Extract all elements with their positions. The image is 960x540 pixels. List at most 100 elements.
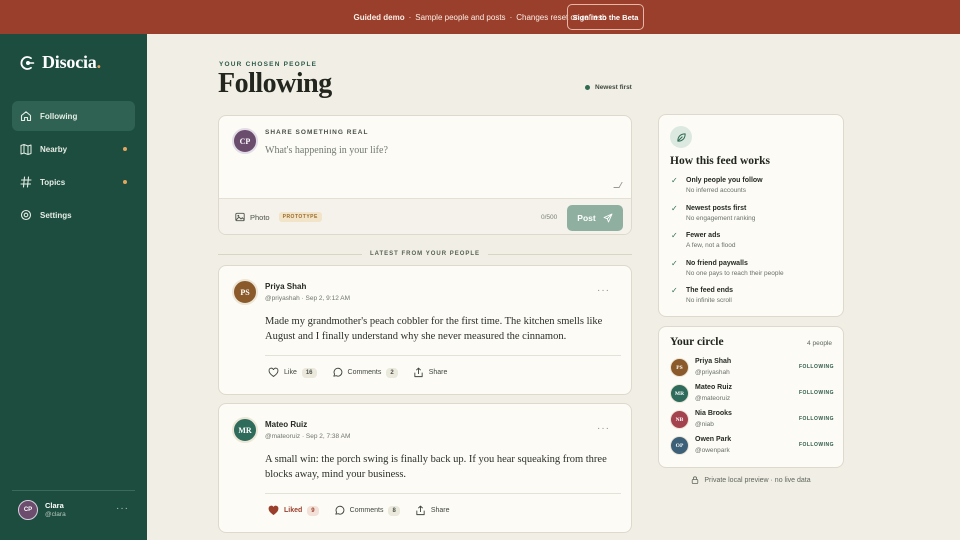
list-item[interactable]: PS Priya Shah @priyashah FOLLOWING [670, 355, 834, 377]
privacy-text: Private local preview · no live data [704, 476, 811, 484]
list-item: ✓ Only people you follow No inferred accou… [671, 176, 763, 194]
home-icon [20, 111, 32, 122]
post-label: Post [577, 213, 596, 223]
share-button[interactable]: Share [415, 505, 450, 516]
notification-dot [123, 180, 127, 184]
avatar[interactable]: PS [232, 279, 258, 305]
sidebar-item-nearby[interactable]: Nearby [12, 134, 135, 164]
person-name: Priya Shah [695, 358, 732, 365]
composer-toolbar: Photo PROTOTYPE 0/500 Post [219, 198, 631, 234]
sidebar-item-topics[interactable]: Topics [12, 167, 135, 197]
sidebar-item-label: Settings [40, 210, 72, 220]
logo-icon [20, 55, 35, 70]
post-body: Made my grandmother's peach cobbler for … [265, 316, 603, 342]
card-title: Your circle [670, 336, 724, 348]
post-actions: Like 16 Comments 2 Share [268, 367, 462, 378]
avatar: NB [670, 410, 689, 429]
list-item[interactable]: NB Nia Brooks @niab FOLLOWING [670, 407, 834, 429]
comments-button[interactable]: Comments 2 [332, 367, 398, 378]
post-button[interactable]: Post [567, 205, 623, 231]
leaf-icon [670, 126, 692, 148]
page-eyebrow: YOUR CHOSEN PEOPLE [219, 61, 318, 68]
following-badge[interactable]: FOLLOWING [799, 416, 834, 422]
sidebar-item-label: Topics [40, 177, 66, 187]
circle-card: Your circle 4 people PS Priya Shah @priy… [658, 326, 844, 468]
share-icon [416, 505, 425, 516]
photo-button[interactable]: Photo PROTOTYPE [235, 212, 322, 222]
list-item: ✓ No friend paywalls No one pays to reach … [671, 258, 784, 277]
brand-logo[interactable]: Disocia. [20, 52, 101, 73]
char-count: 0/500 [541, 214, 558, 221]
like-count: 16 [301, 367, 317, 378]
comment-count: 2 [386, 367, 398, 378]
following-badge[interactable]: FOLLOWING [799, 442, 834, 448]
avatar: CP [232, 128, 258, 154]
check-icon: ✓ [671, 176, 678, 185]
privacy-note: Private local preview · no live data [658, 476, 844, 484]
post-actions: Liked 9 Comments 8 Share [268, 505, 465, 516]
post-meta: @mateoruiz · Sep 2, 7:38 AM [265, 433, 351, 440]
comments-button[interactable]: Comments 8 [334, 505, 400, 516]
send-icon [603, 213, 613, 223]
share-label: Share [428, 369, 448, 376]
check-icon: ✓ [671, 286, 678, 295]
following-badge[interactable]: FOLLOWING [799, 364, 834, 370]
more-icon[interactable]: ··· [116, 503, 129, 514]
person-name: Mateo Ruiz [695, 384, 732, 391]
post-author[interactable]: Mateo Ruiz [265, 420, 307, 429]
list-item[interactable]: OP Owen Park @owenpark FOLLOWING [670, 433, 834, 455]
comment-icon [335, 505, 345, 515]
sidebar-item-label: Following [40, 111, 78, 121]
feed-label: LATEST FROM YOUR PEOPLE [369, 251, 481, 257]
check-icon: ✓ [671, 258, 678, 268]
heart-filled-icon [268, 505, 279, 515]
image-icon [235, 212, 245, 222]
sidebar-item-following[interactable]: Following [12, 101, 135, 131]
gear-icon [20, 209, 32, 221]
feed-divider: LATEST FROM YOUR PEOPLE [218, 249, 632, 259]
like-button[interactable]: Liked 9 [268, 505, 319, 516]
user-name: Clara [45, 500, 64, 510]
check-icon: ✓ [671, 231, 678, 240]
sidebar: Disocia. Following Nearby Topics Setting… [0, 34, 147, 540]
check-icon: ✓ [671, 203, 678, 213]
avatar: PS [670, 358, 689, 377]
post-body: A small win: the porch swing is finally … [265, 454, 607, 480]
status-dot [585, 85, 590, 90]
banner-title: Guided demo [353, 12, 405, 22]
composer-input[interactable]: What's happening in your life? [265, 145, 388, 156]
prototype-badge: PROTOTYPE [278, 212, 322, 222]
post-author[interactable]: Priya Shah [265, 282, 306, 291]
more-icon[interactable]: ··· [597, 423, 610, 434]
sort-label: Newest first [595, 84, 632, 91]
feed-info-card: How this feed works ✓ Only people you fol… [658, 114, 844, 317]
list-item: ✓ The feed ends No infinite scroll [671, 286, 734, 304]
sidebar-item-label: Nearby [40, 144, 68, 154]
like-count: 9 [307, 505, 319, 516]
list-item: ✓ Fewer ads A few, not a flood [671, 231, 736, 249]
post-meta: @priyashah · Sep 2, 9:12 AM [265, 295, 351, 302]
notification-dot [123, 147, 127, 151]
page-title: Following [218, 68, 332, 99]
sidebar-item-settings[interactable]: Settings [12, 200, 135, 230]
post-card: MR Mateo Ruiz @mateoruiz · Sep 2, 7:38 A… [218, 403, 632, 533]
heart-icon [268, 367, 279, 377]
person-handle: @priyashah [695, 369, 730, 376]
sidebar-nav: Following Nearby Topics Settings [12, 101, 135, 233]
sign-in-button[interactable]: Sign in to the Beta [567, 4, 644, 30]
resize-handle[interactable] [613, 182, 623, 188]
more-icon[interactable]: ··· [597, 285, 610, 296]
sort-toggle[interactable]: Newest first [585, 84, 632, 91]
current-user[interactable]: CP Clara @clara ··· [12, 490, 135, 520]
avatar[interactable]: MR [232, 417, 258, 443]
like-button[interactable]: Like 16 [268, 367, 317, 378]
post-card: PS Priya Shah @priyashah · Sep 2, 9:12 A… [218, 265, 632, 395]
following-badge[interactable]: FOLLOWING [799, 390, 834, 396]
list-item[interactable]: MR Mateo Ruiz @mateoruiz FOLLOWING [670, 381, 834, 403]
share-button[interactable]: Share [413, 367, 448, 378]
avatar: CP [18, 500, 38, 520]
demo-banner: Guided demo · Sample people and posts · … [0, 0, 960, 34]
circle-count: 4 people [807, 340, 832, 347]
person-name: Nia Brooks [695, 410, 732, 417]
banner-note-1: Sample people and posts [415, 12, 506, 22]
